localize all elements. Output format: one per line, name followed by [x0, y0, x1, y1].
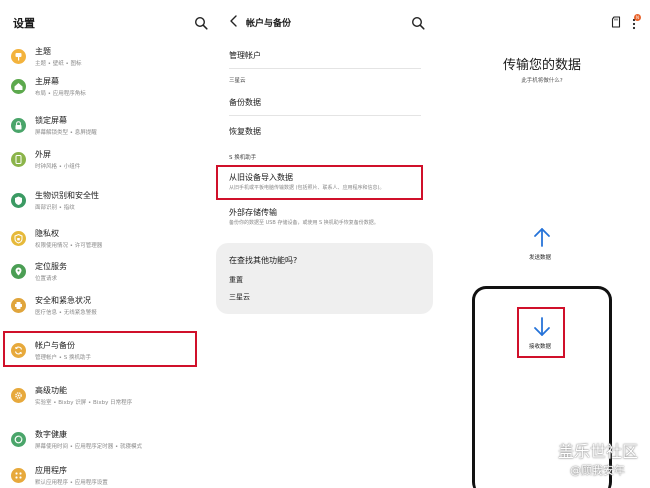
- settings-item-title: 外屏: [35, 150, 51, 159]
- settings-panel: 设置 主题主题 • 壁纸 • 图标 主屏幕布局 • 应用程序角标 锁定屏幕屏幕解锁类…: [0, 0, 216, 488]
- settings-item[interactable]: 主屏幕布局 • 应用程序角标: [0, 73, 216, 105]
- settings-item-title: 主题: [35, 47, 51, 56]
- apps-icon: [11, 468, 26, 483]
- looking-for-card: 在查找其他功能吗? 重置 三星云: [216, 243, 433, 314]
- settings-item-title: 生物识别和安全性: [35, 191, 99, 200]
- settings-item-title: 安全和紧急状况: [35, 296, 91, 305]
- settings-item-title: 定位服务: [35, 262, 67, 271]
- highlight-box: [216, 165, 423, 200]
- settings-item-subtitle: 位置请求: [35, 276, 58, 282]
- gear-plus-icon: [11, 388, 26, 403]
- watermark-author: @顾我安年: [570, 464, 625, 477]
- manage-accounts-item[interactable]: 管理帐户: [229, 50, 261, 61]
- home-icon: [11, 79, 26, 94]
- highlight-box: [517, 307, 565, 358]
- settings-item-title: 应用程序: [35, 466, 67, 475]
- search-icon[interactable]: [411, 16, 425, 30]
- settings-item-subtitle: 布局 • 应用程序角标: [35, 91, 86, 97]
- backup-data-item[interactable]: 备份数据: [229, 97, 261, 108]
- external-title: 外部存储传输: [229, 208, 277, 217]
- accounts-backup-panel: 帐户与备份 管理帐户 三星云 备份数据 恢复数据 S 换机助手 从旧设备导入数据…: [216, 0, 434, 488]
- settings-item-title: 数字健康: [35, 430, 67, 439]
- back-arrow-icon[interactable]: [229, 14, 239, 28]
- send-data-label: 发送数据: [529, 255, 552, 261]
- transfer-panel: N 传输您的数据 此手机将做什么? 发送数据 接收数据 盖乐世社区 @顾我安年: [434, 0, 650, 488]
- settings-item-subtitle: 屏幕使用时间 • 应用程序定时器 • 就寝模式: [35, 444, 142, 450]
- settings-item-subtitle: 权限使用情况 • 许可管理器: [35, 243, 103, 249]
- section-header-smart-switch: S 换机助手: [229, 155, 257, 161]
- lock-icon: [11, 118, 26, 133]
- settings-item-subtitle: 实验室 • Bixby 识屏 • Bixby 日常程序: [35, 400, 133, 406]
- cover-screen-icon: [11, 152, 26, 167]
- settings-item-subtitle: 默认应用程序 • 应用程序设置: [35, 480, 108, 486]
- settings-item[interactable]: 高级功能实验室 • Bixby 识屏 • Bixby 日常程序: [0, 382, 216, 414]
- sd-card-icon[interactable]: [611, 16, 621, 28]
- search-icon[interactable]: [194, 16, 208, 30]
- location-icon: [11, 264, 26, 279]
- settings-item-subtitle: 屏幕解锁类型 • 息屏提醒: [35, 130, 97, 136]
- settings-item[interactable]: 数字健康屏幕使用时间 • 应用程序定时器 • 就寝模式: [0, 426, 216, 458]
- settings-header: 设置: [0, 0, 216, 42]
- notification-badge: N: [634, 14, 641, 21]
- settings-item-title: 高级功能: [35, 386, 67, 395]
- page-title: 传输您的数据: [502, 58, 581, 73]
- settings-item[interactable]: 锁定屏幕屏幕解锁类型 • 息屏提醒: [0, 112, 216, 144]
- samsung-cloud-link[interactable]: 三星云: [229, 292, 250, 302]
- settings-item[interactable]: 应用程序默认应用程序 • 应用程序设置: [0, 462, 216, 488]
- settings-item-subtitle: 主题 • 壁纸 • 图标: [35, 61, 82, 67]
- settings-item[interactable]: 主题主题 • 壁纸 • 图标: [0, 43, 216, 75]
- settings-item-subtitle: 时钟风格 • 小组件: [35, 164, 81, 170]
- theme-icon: [11, 49, 26, 64]
- page-title: 设置: [13, 17, 35, 30]
- settings-item[interactable]: 隐私权权限使用情况 • 许可管理器: [0, 225, 216, 257]
- settings-item-title: 隐私权: [35, 229, 59, 238]
- settings-item[interactable]: 外屏时钟风格 • 小组件: [0, 146, 216, 178]
- reset-link[interactable]: 重置: [229, 275, 243, 285]
- settings-item-subtitle: 医疗信息 • 无线紧急警报: [35, 310, 97, 316]
- page-subtitle: 此手机将做什么?: [521, 78, 563, 84]
- arrow-up-icon: [532, 226, 552, 248]
- wellbeing-icon: [11, 432, 26, 447]
- section-header-cloud: 三星云: [229, 78, 246, 84]
- settings-item-title: 主屏幕: [35, 77, 59, 86]
- restore-data-item[interactable]: 恢复数据: [229, 126, 261, 137]
- divider: [229, 68, 421, 69]
- card-title: 在查找其他功能吗?: [229, 256, 298, 265]
- external-subtitle: 备份你的数据至 USB 存储设备，或使用 S 换机助手恢复备份数据。: [229, 220, 379, 226]
- watermark-title: 盖乐世社区: [558, 442, 639, 461]
- privacy-icon: [11, 231, 26, 246]
- emergency-icon: [11, 298, 26, 313]
- divider: [229, 115, 421, 116]
- settings-item-title: 锁定屏幕: [35, 116, 67, 125]
- shield-icon: [11, 193, 26, 208]
- settings-item-subtitle: 面部识别 • 指纹: [35, 205, 75, 211]
- settings-item[interactable]: 安全和紧急状况 医疗信息 • 无线紧急警报: [0, 292, 216, 324]
- settings-item[interactable]: 生物识别和安全性 面部识别 • 指纹: [0, 187, 216, 219]
- settings-item[interactable]: 定位服务 位置请求: [0, 258, 216, 290]
- page-title: 帐户与备份: [246, 19, 292, 29]
- highlight-box: [3, 331, 197, 367]
